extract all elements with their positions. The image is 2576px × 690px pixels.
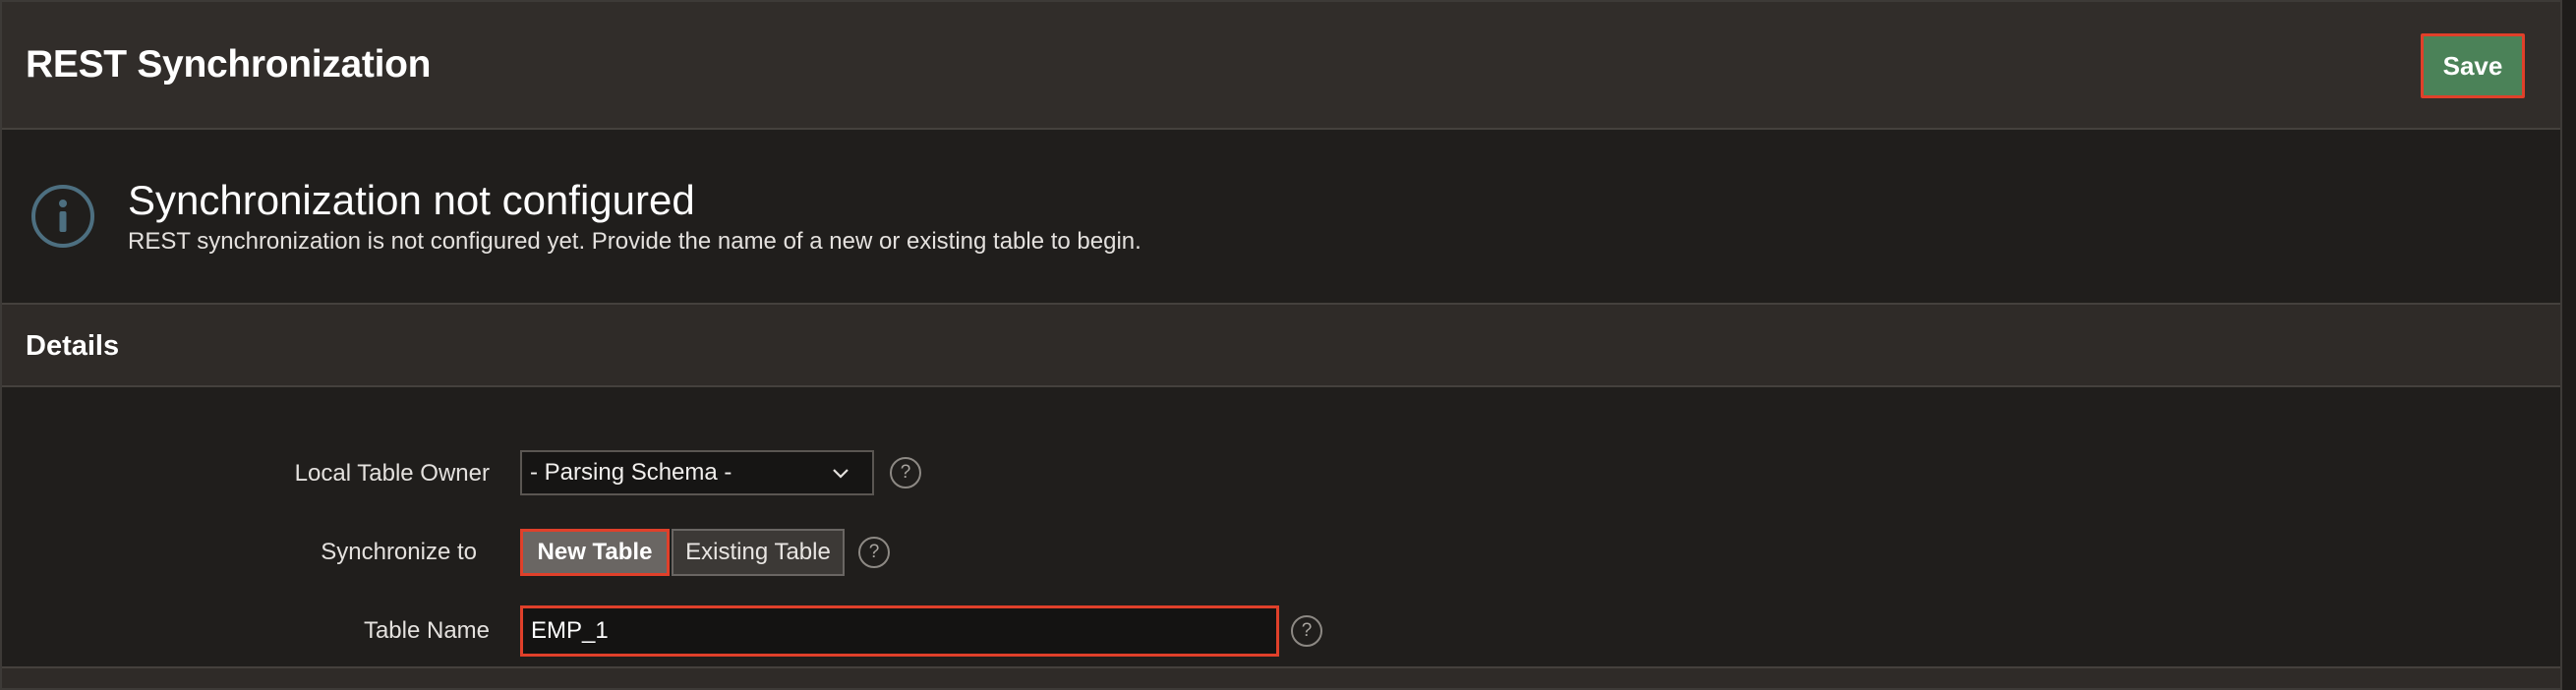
next-region-edge bbox=[2, 666, 2560, 688]
alert-message: REST synchronization is not configured y… bbox=[128, 228, 1142, 255]
synchronize-existing-table-option[interactable]: Existing Table bbox=[672, 529, 845, 576]
table-name-help-icon[interactable]: ? bbox=[1291, 615, 1322, 647]
rest-sync-region: REST Synchronization Save Synchronizatio… bbox=[0, 0, 2562, 690]
local-table-owner-select[interactable]: - Parsing Schema - bbox=[520, 450, 874, 495]
details-region-header bbox=[2, 305, 2560, 387]
local-table-owner-help-icon[interactable]: ? bbox=[890, 457, 921, 489]
local-table-owner-value: - Parsing Schema - bbox=[530, 459, 732, 486]
synchronize-to-help-icon[interactable]: ? bbox=[858, 537, 890, 568]
alert-title: Synchronization not configured bbox=[128, 177, 695, 223]
chevron-down-icon bbox=[833, 469, 849, 479]
synchronize-new-table-option[interactable]: New Table bbox=[520, 529, 670, 576]
synchronize-to-label: Synchronize to bbox=[321, 539, 477, 565]
local-table-owner-label: Local Table Owner bbox=[294, 460, 490, 487]
details-title: Details bbox=[26, 330, 120, 362]
info-icon bbox=[31, 185, 94, 248]
save-button[interactable]: Save bbox=[2421, 33, 2525, 98]
table-name-input[interactable] bbox=[520, 605, 1279, 657]
page-title: REST Synchronization bbox=[26, 43, 432, 86]
table-name-label: Table Name bbox=[363, 617, 490, 644]
